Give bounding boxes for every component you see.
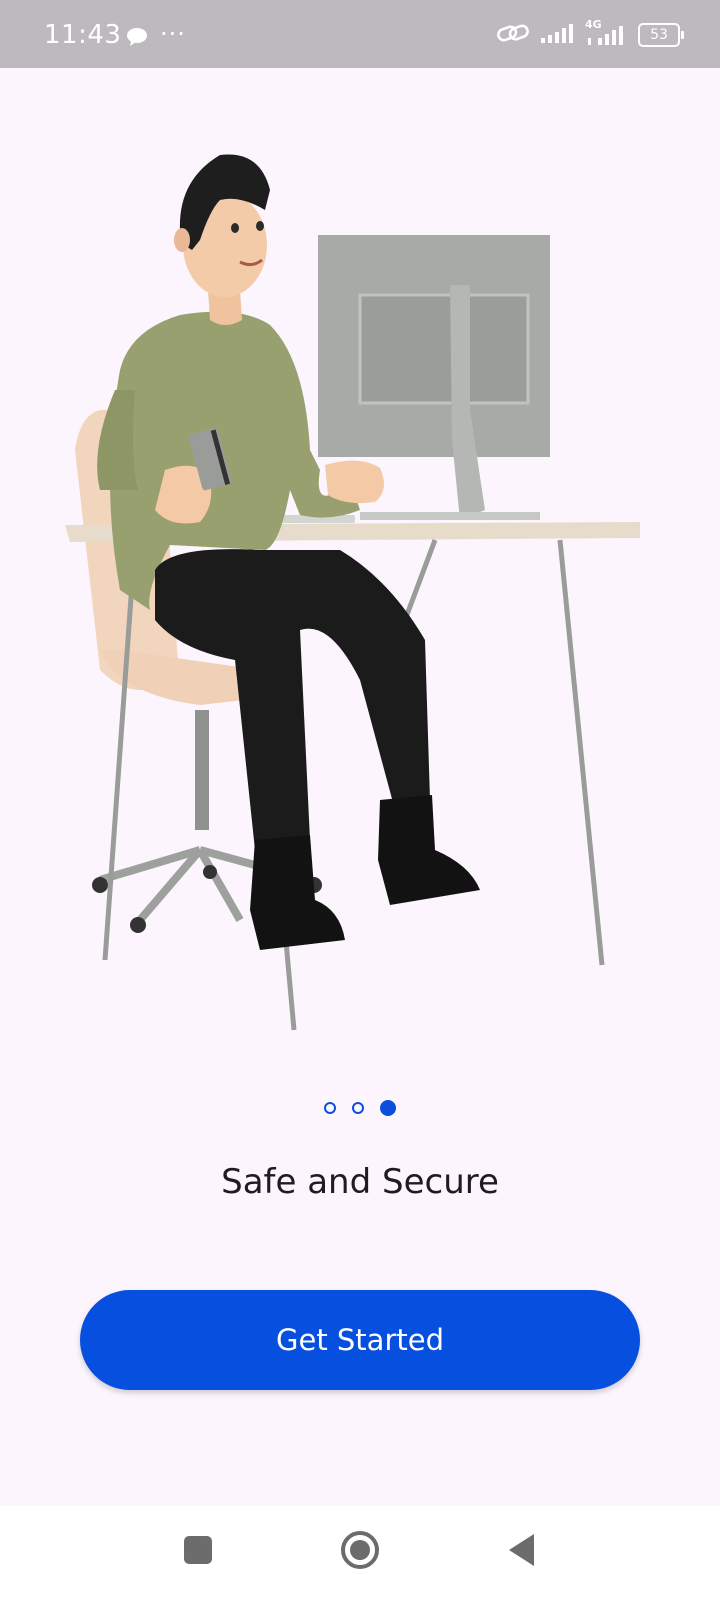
signal-icon [540,22,574,48]
home-circle-icon [341,1531,379,1569]
network-type: 4G [585,18,602,31]
battery-level: 53 [650,27,668,43]
page-dot-3-active[interactable] [380,1100,396,1116]
more-notifications: ··· [160,20,186,48]
page-indicator [0,1100,720,1116]
person-at-desk-illustration [60,150,660,1050]
battery-icon: 53 [638,23,684,47]
home-button[interactable] [340,1530,380,1574]
chat-bubble-icon [126,27,148,51]
link-icon [496,22,530,48]
get-started-button[interactable]: Get Started [80,1290,640,1390]
system-navigation-bar [0,1506,720,1600]
page-dot-1[interactable] [324,1102,336,1114]
back-button[interactable] [506,1532,538,1572]
status-time: 11:43 [44,20,122,50]
recent-apps-button[interactable] [182,1534,214,1570]
square-icon [184,1536,212,1564]
signal-4g-icon: 4G [584,19,628,46]
status-bar: 11:43 ··· 4G 53 [0,0,720,68]
page-dot-2[interactable] [352,1102,364,1114]
onboarding-headline: Safe and Secure [221,1162,499,1202]
back-triangle-icon [509,1534,534,1566]
